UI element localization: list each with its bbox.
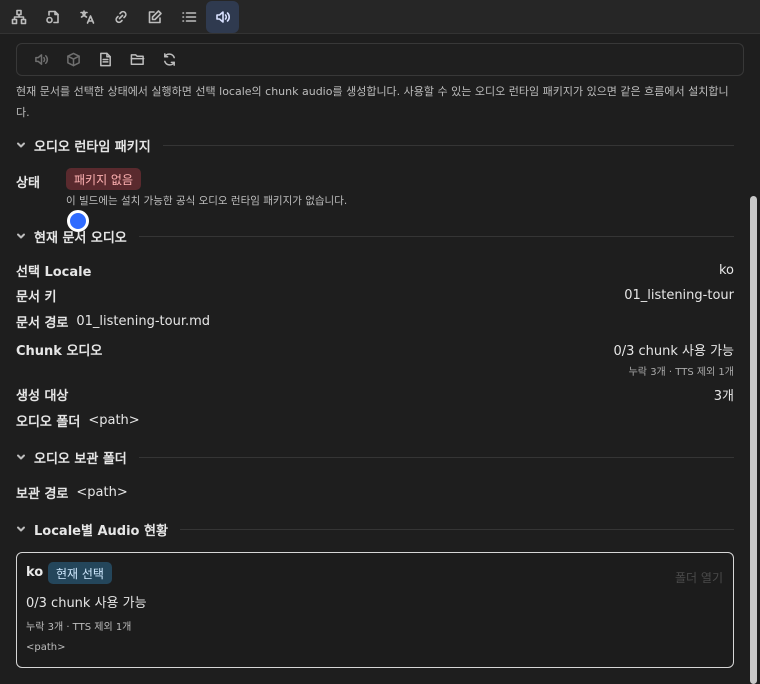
selected-locale-value: ko — [718, 262, 734, 278]
section-title: 오디오 런타임 패키지 — [34, 139, 151, 155]
document-path-value: 01_listening-tour.md — [76, 313, 211, 329]
generation-target-value: 3개 — [713, 388, 734, 404]
open-document-button[interactable] — [89, 47, 121, 73]
open-folder-button[interactable] — [121, 47, 153, 73]
tab-edit[interactable] — [138, 1, 171, 33]
audio-folder-value: <path> — [88, 412, 140, 428]
document-path-label: 문서 경로 — [16, 315, 69, 331]
archive-path-label: 보관 경로 — [16, 486, 69, 502]
audio-folder-row: 오디오 폴더 <path> — [16, 410, 140, 430]
current-selection-badge: 현재 선택 — [48, 562, 112, 584]
divider — [179, 528, 734, 530]
locale-available-chunks: 0/3 chunk 사용 가능 — [26, 596, 147, 611]
file-link-icon — [45, 10, 59, 23]
tab-link[interactable] — [104, 1, 137, 33]
description-text: 현재 문서를 선택한 상태에서 실행하면 선택 locale의 chunk au… — [16, 85, 729, 119]
divider — [162, 144, 734, 146]
archive-path-value: <path> — [76, 484, 128, 500]
document-path-row: 문서 경로 01_listening-tour.md — [16, 311, 210, 331]
locale-card[interactable]: ko 현재 선택 폴더 열기 0/3 chunk 사용 가능 누락 3개 · T… — [16, 552, 734, 668]
link-icon — [114, 10, 127, 23]
audio-folder-label: 오디오 폴더 — [16, 414, 81, 430]
chevron-down-icon — [16, 139, 28, 151]
section-audio-archive-folder[interactable]: 오디오 보관 폴더 — [16, 447, 734, 467]
install-package-button[interactable] — [57, 47, 89, 73]
top-tab-bar — [0, 0, 760, 34]
speaker-icon — [215, 10, 230, 23]
generation-target-label: 생성 대상 — [16, 388, 69, 404]
archive-path-row: 보관 경로 <path> — [16, 482, 128, 502]
document-key-label: 문서 키 — [16, 289, 57, 305]
section-title: Locale별 Audio 현황 — [34, 523, 168, 539]
box-icon — [66, 52, 80, 67]
chevron-down-icon — [16, 451, 28, 463]
section-title: 오디오 보관 폴더 — [34, 451, 127, 467]
speaker-icon — [34, 54, 48, 65]
refresh-button[interactable] — [153, 47, 185, 73]
chunk-audio-label: Chunk 오디오 — [16, 343, 103, 359]
document-key-row: 문서 키 01_listening-tour — [16, 285, 734, 305]
translate-icon — [79, 9, 94, 24]
chunk-audio-value: 0/3 chunk 사용 가능 — [613, 343, 734, 359]
sitemap-icon — [11, 9, 26, 24]
section-current-document-audio[interactable]: 현재 문서 오디오 — [16, 226, 734, 246]
divider — [138, 235, 734, 237]
section-runtime-package[interactable]: 오디오 런타임 패키지 — [16, 135, 734, 155]
tab-links[interactable] — [36, 1, 69, 33]
generate-audio-button[interactable] — [25, 47, 57, 73]
open-folder-button[interactable]: 폴더 열기 — [675, 569, 723, 586]
locale-code: ko — [26, 565, 44, 580]
selected-locale-label: 선택 Locale — [16, 264, 92, 280]
chevron-down-icon — [16, 230, 28, 242]
edit-icon — [148, 9, 162, 23]
chevron-down-icon — [16, 523, 28, 535]
scrollbar-thumb[interactable] — [750, 196, 757, 684]
section-locale-audio-status[interactable]: Locale별 Audio 현황 — [16, 519, 734, 539]
selected-locale-row: 선택 Locale ko — [16, 260, 734, 280]
document-key-value: 01_listening-tour — [624, 287, 734, 303]
chunk-audio-row: Chunk 오디오 0/3 chunk 사용 가능 — [16, 339, 734, 359]
folder-icon — [130, 54, 144, 65]
tab-structure[interactable] — [2, 1, 35, 33]
locale-missing-detail: 누락 3개 · TTS 제외 1개 — [26, 622, 132, 633]
tab-list[interactable] — [172, 1, 205, 33]
audio-toolbar — [16, 43, 744, 76]
tab-translate[interactable] — [70, 1, 103, 33]
status-note: 이 빌드에는 설치 가능한 공식 오디오 런타임 패키지가 없습니다. — [66, 195, 348, 207]
tab-audio[interactable] — [206, 0, 239, 33]
list-icon — [181, 11, 196, 22]
refresh-icon — [163, 53, 175, 66]
chunk-audio-detail: 누락 3개 · TTS 제외 1개 — [628, 367, 734, 378]
status-badge: 패키지 없음 — [66, 168, 142, 190]
document-icon — [99, 52, 111, 67]
locale-path: <path> — [26, 642, 66, 653]
divider — [138, 456, 734, 458]
status-label: 상태 — [16, 176, 40, 191]
section-title: 현재 문서 오디오 — [34, 230, 127, 246]
generation-target-row: 생성 대상 3개 — [16, 384, 734, 404]
